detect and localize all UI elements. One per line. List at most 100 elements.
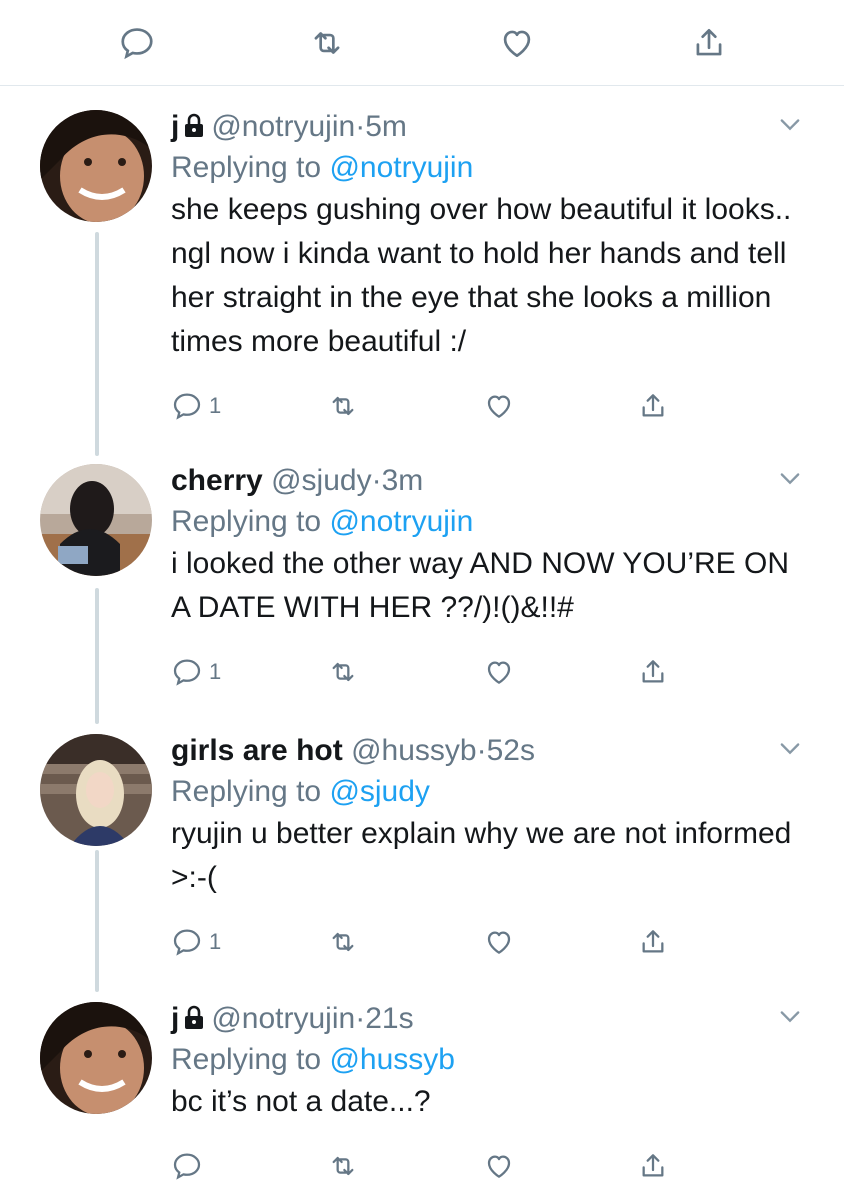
timestamp[interactable]: 5m <box>365 110 407 143</box>
mention-link[interactable]: @notryujin <box>329 505 473 538</box>
like-button[interactable] <box>483 654 515 690</box>
reply-count: 1 <box>209 929 222 954</box>
heart-icon <box>487 395 511 418</box>
retweet-button[interactable] <box>308 24 348 64</box>
replying-to-label: Replying to <box>171 505 330 538</box>
reply-button[interactable]: 1 <box>171 388 221 424</box>
display-name[interactable]: j <box>171 1002 179 1035</box>
replying-to-line: Replying to @sjudy <box>171 774 804 810</box>
reply-count: 1 <box>209 659 222 684</box>
avatar[interactable] <box>40 110 152 222</box>
share-icon <box>642 394 664 417</box>
separator-dot: · <box>355 1002 366 1035</box>
avatar[interactable] <box>40 734 152 846</box>
replying-to-line: Replying to @hussyb <box>171 1042 804 1078</box>
reply-icon <box>173 659 201 686</box>
reply-button[interactable] <box>171 1148 203 1184</box>
avatar[interactable] <box>40 1002 152 1114</box>
replying-to-label: Replying to <box>171 151 330 184</box>
display-name[interactable]: j <box>171 110 179 143</box>
tweet-text: bc it’s not a date...? <box>171 1085 431 1118</box>
separator-dot: · <box>371 464 382 497</box>
retweet-icon <box>332 932 354 952</box>
like-button[interactable] <box>483 388 515 424</box>
retweet-icon <box>332 662 354 682</box>
lock-icon <box>185 1005 204 1029</box>
focused-tweet-action-bar <box>0 0 844 86</box>
timestamp[interactable]: 21s <box>365 1002 413 1035</box>
retweet-icon <box>314 32 340 54</box>
display-name[interactable]: cherry <box>171 464 263 497</box>
reply-button[interactable] <box>118 24 158 64</box>
heart-icon <box>487 1155 511 1178</box>
tweet-actions: 1 <box>171 388 691 428</box>
reply-button[interactable]: 1 <box>171 654 221 690</box>
user-handle[interactable]: @notryujin <box>211 1002 355 1035</box>
replying-to-line: Replying to @notryujin <box>171 150 804 186</box>
timestamp[interactable]: 52s <box>487 734 535 767</box>
retweet-icon <box>332 396 354 416</box>
replying-to-label: Replying to <box>171 1043 330 1076</box>
replying-to-line: Replying to @notryujin <box>171 504 804 540</box>
thread-line <box>95 588 99 724</box>
share-button[interactable] <box>637 388 669 424</box>
like-button[interactable] <box>483 924 515 960</box>
separator-dot: · <box>476 734 487 767</box>
tweet-header: j @notryujin·21s <box>171 1002 804 1036</box>
tweet-text: she keeps gushing over how beautiful it … <box>171 193 792 358</box>
mention-link[interactable]: @sjudy <box>329 775 430 808</box>
tweet-header: cherry @sjudy·3m <box>171 464 804 498</box>
avatar-image <box>40 1002 152 1114</box>
thread-line <box>95 232 99 456</box>
timestamp[interactable]: 3m <box>382 464 424 497</box>
like-button[interactable] <box>498 24 538 64</box>
chevron-down-icon[interactable] <box>776 464 804 492</box>
reply-count: 1 <box>209 393 222 418</box>
retweet-button[interactable] <box>327 388 359 424</box>
heart-icon <box>487 661 511 684</box>
like-button[interactable] <box>483 1148 515 1184</box>
avatar[interactable] <box>40 464 152 576</box>
user-handle[interactable]: @sjudy <box>271 464 372 497</box>
share-icon <box>642 1154 664 1177</box>
display-name[interactable]: girls are hot <box>171 734 343 767</box>
share-button[interactable] <box>637 654 669 690</box>
share-button[interactable] <box>690 24 730 64</box>
avatar-image <box>40 464 152 576</box>
share-icon <box>642 660 664 683</box>
lock-icon <box>185 113 204 137</box>
tweet-actions <box>171 1148 691 1188</box>
reply-button[interactable]: 1 <box>171 924 221 960</box>
replying-to-label: Replying to <box>171 775 330 808</box>
retweet-button[interactable] <box>327 924 359 960</box>
share-button[interactable] <box>637 1148 669 1184</box>
tweet-actions: 1 <box>171 924 691 964</box>
tweet-header: j @notryujin·5m <box>171 110 804 144</box>
heart-icon <box>487 931 511 954</box>
retweet-button[interactable] <box>327 654 359 690</box>
reply-icon <box>173 929 201 956</box>
share-icon <box>696 28 722 56</box>
reply-icon <box>121 28 153 60</box>
avatar-image <box>40 110 152 222</box>
tweet-text: i looked the other way AND NOW YOU’RE ON… <box>171 547 789 624</box>
user-handle[interactable]: @notryujin <box>211 110 355 143</box>
chevron-down-icon[interactable] <box>776 1002 804 1030</box>
separator-dot: · <box>355 110 366 143</box>
retweet-button[interactable] <box>327 1148 359 1184</box>
mention-link[interactable]: @hussyb <box>329 1043 455 1076</box>
retweet-icon <box>332 1156 354 1176</box>
tweet-header: girls are hot @hussyb·52s <box>171 734 804 768</box>
avatar-image <box>40 734 152 846</box>
tweet-text: ryujin u better explain why we are not i… <box>171 817 792 894</box>
reply-icon <box>173 1153 201 1180</box>
chevron-down-icon[interactable] <box>776 110 804 138</box>
heart-icon <box>503 30 531 58</box>
tweet-actions: 1 <box>171 654 691 694</box>
share-button[interactable] <box>637 924 669 960</box>
share-icon <box>642 930 664 953</box>
reply-icon <box>173 393 201 420</box>
chevron-down-icon[interactable] <box>776 734 804 762</box>
mention-link[interactable]: @notryujin <box>329 151 473 184</box>
user-handle[interactable]: @hussyb <box>351 734 477 767</box>
